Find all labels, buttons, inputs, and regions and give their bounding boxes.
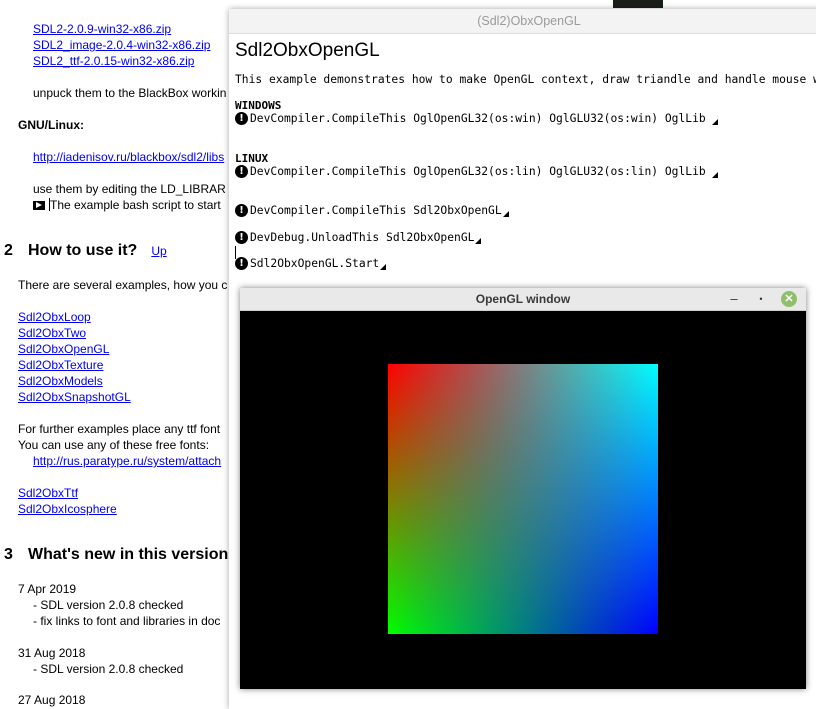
quad-top-layer [388, 364, 658, 634]
fold-marker-icon[interactable] [380, 263, 387, 270]
opengl-window[interactable]: OpenGL window – • ✕ [240, 288, 806, 689]
unload-command[interactable]: ! DevDebug.UnloadThis Sdl2ObxOpenGL [235, 231, 482, 244]
code-window-titlebar[interactable]: (Sdl2)ObxOpenGL ­ [229, 9, 816, 34]
opengl-canvas[interactable] [240, 311, 806, 689]
change-date: 31 Aug 2018 [18, 646, 86, 660]
up-link[interactable]: Up [151, 244, 166, 258]
download-link-sdl2[interactable]: SDL2-2.0.9-win32-x86.zip [33, 22, 171, 36]
command-text: Sdl2ObxOpenGL.Start [250, 257, 380, 270]
gnu-linux-heading: GNU/Linux: [18, 118, 84, 132]
restore-button[interactable]: • [753, 291, 769, 307]
fold-marker-icon[interactable] [711, 171, 718, 178]
section-number: 3 [4, 546, 13, 563]
windows-label: WINDOWS [235, 99, 282, 112]
command-text: DevCompiler.CompileThis OglOpenGL32(os:w… [250, 112, 706, 125]
example-link-snapshotgl[interactable]: Sdl2ObxSnapshotGL [18, 390, 131, 404]
command-text: DevCompiler.CompileThis OglOpenGL32(os:l… [250, 165, 706, 178]
commander-icon[interactable]: ! [235, 231, 248, 244]
commander-icon[interactable]: ! [235, 204, 248, 217]
fold-arrow-icon[interactable] [33, 201, 45, 210]
unpack-text: unpuck them to the BlackBox workin [33, 86, 227, 100]
code-window-title: (Sdl2)ObxOpenGL [477, 14, 581, 28]
change-item: - fix links to font and libraries in doc [33, 614, 221, 628]
fold-marker-icon[interactable] [502, 210, 509, 217]
several-examples-text: There are several examples, how you c [18, 278, 228, 292]
fold-marker-icon[interactable] [475, 237, 482, 244]
compile-example-command[interactable]: ! DevCompiler.CompileThis Sdl2ObxOpenGL [235, 204, 509, 217]
bash-script-text: The example bash script to start [50, 198, 221, 212]
fold-marker-icon[interactable] [711, 118, 718, 125]
document-heading: Sdl2ObxOpenGL [235, 40, 380, 61]
fonts-link[interactable]: http://rus.paratype.ru/system/attach [33, 454, 221, 468]
download-link-sdl2-image[interactable]: SDL2_image-2.0.4-win32-x86.zip [33, 38, 210, 52]
intro-text: This example demonstrates how to make Op… [235, 73, 816, 86]
change-date: 27 Aug 2018 [18, 693, 86, 707]
gradient-quad [388, 364, 658, 634]
commander-icon[interactable]: ! [235, 165, 248, 178]
example-link-two[interactable]: Sdl2ObxTwo [18, 326, 86, 340]
section-3-heading: 3 What's new in this version? [4, 546, 238, 564]
change-date: 7 Apr 2019 [18, 582, 77, 596]
background-window-edge [613, 0, 663, 8]
further-examples-text: For further examples place any ttf font [18, 422, 221, 436]
command-text: DevDebug.UnloadThis Sdl2ObxOpenGL [250, 231, 475, 244]
close-button[interactable]: ✕ [781, 291, 797, 307]
section-number: 2 [4, 242, 13, 259]
linux-label: LINUX [235, 152, 269, 165]
example-link-texture[interactable]: Sdl2ObxTexture [18, 358, 103, 372]
minimize-button[interactable]: – [726, 291, 742, 307]
download-link-sdl2-ttf[interactable]: SDL2_ttf-2.0.15-win32-x86.zip [33, 54, 194, 68]
section-title: How to use it? [28, 242, 138, 259]
free-fonts-text: You can use any of these free fonts: [18, 438, 210, 452]
opengl-window-titlebar[interactable]: OpenGL window – • ✕ [240, 288, 806, 311]
section-title: What's new in this version? [28, 546, 239, 563]
command-text: DevCompiler.CompileThis Sdl2ObxOpenGL [250, 204, 502, 217]
minimize-icon[interactable]: ­ [784, 13, 788, 28]
commander-icon[interactable]: ! [235, 112, 248, 125]
use-them-text: use them by editing the LD_LIBRAR [33, 182, 226, 196]
start-command[interactable]: ! Sdl2ObxOpenGL.Start [235, 257, 387, 270]
linux-libs-link[interactable]: http://iadenisov.ru/blackbox/sdl2/libs [33, 150, 224, 164]
example-link-icosphere[interactable]: Sdl2ObxIcosphere [18, 502, 117, 516]
example-link-ttf[interactable]: Sdl2ObxTtf [18, 486, 78, 500]
change-item: - SDL version 2.0.8 checked [33, 662, 184, 676]
section-2-heading: 2 How to use it? Up [4, 242, 167, 260]
commander-icon[interactable]: ! [235, 257, 248, 270]
example-link-opengl[interactable]: Sdl2ObxOpenGL [18, 342, 109, 356]
example-link-loop[interactable]: Sdl2ObxLoop [18, 310, 91, 324]
change-item: - SDL version 2.0.8 checked [33, 598, 184, 612]
bash-script-line[interactable]: The example bash script to start [33, 198, 221, 212]
windows-compile-command[interactable]: ! DevCompiler.CompileThis OglOpenGL32(os… [235, 112, 718, 125]
linux-compile-command[interactable]: ! DevCompiler.CompileThis OglOpenGL32(os… [235, 165, 718, 178]
opengl-window-title: OpenGL window [475, 292, 571, 306]
example-link-models[interactable]: Sdl2ObxModels [18, 374, 103, 388]
